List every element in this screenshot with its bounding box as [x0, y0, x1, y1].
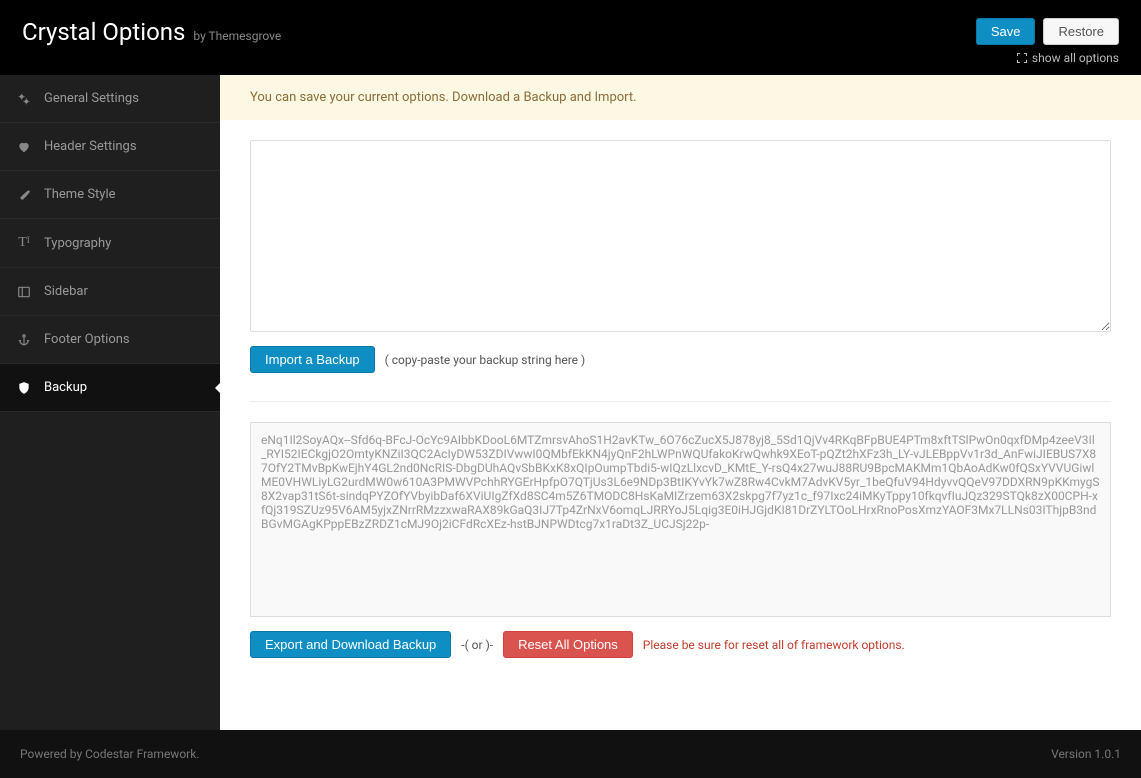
sidebar: General Settings Header Settings Theme S…	[0, 75, 220, 730]
footer: Powered by Codestar Framework. Version 1…	[0, 730, 1141, 778]
reset-all-options-button[interactable]: Reset All Options	[503, 631, 633, 658]
footer-version: Version 1.0.1	[1051, 747, 1121, 761]
sidebar-item-backup[interactable]: Backup	[0, 364, 220, 412]
sidebar-item-label: Sidebar	[44, 284, 88, 299]
export-row: Export and Download Backup -( or )- Rese…	[250, 631, 1111, 658]
middle: General Settings Header Settings Theme S…	[0, 75, 1141, 730]
typography-icon: TI	[16, 235, 32, 251]
info-banner: You can save your current options. Downl…	[220, 75, 1141, 120]
sidebar-item-label: Footer Options	[44, 332, 130, 347]
backup-panel: Import a Backup ( copy-paste your backup…	[220, 120, 1141, 730]
anchor-icon	[16, 333, 32, 347]
sidebar-item-general-settings[interactable]: General Settings	[0, 75, 220, 123]
sidebar-item-sidebar[interactable]: Sidebar	[0, 268, 220, 316]
sidebar-item-label: Backup	[44, 380, 87, 395]
layout-icon	[16, 285, 32, 299]
sidebar-item-header-settings[interactable]: Header Settings	[0, 123, 220, 171]
app-title: Crystal Options	[22, 18, 185, 46]
expand-icon	[1016, 52, 1028, 64]
sidebar-item-theme-style[interactable]: Theme Style	[0, 171, 220, 219]
sidebar-item-label: Typography	[44, 236, 111, 251]
export-textarea[interactable]: eNq1Il2SoyAQx--Sfd6q-BFcJ-OcYc9AIbbKDooL…	[250, 422, 1111, 617]
import-backup-button[interactable]: Import a Backup	[250, 346, 375, 373]
app-byline: by Themesgrove	[193, 29, 281, 43]
shield-icon	[16, 381, 32, 395]
export-download-button[interactable]: Export and Download Backup	[250, 631, 451, 658]
save-button[interactable]: Save	[976, 18, 1036, 45]
footer-powered-by: Powered by Codestar Framework.	[20, 747, 199, 761]
sidebar-item-label: General Settings	[44, 91, 139, 106]
sidebar-item-footer-options[interactable]: Footer Options	[0, 316, 220, 364]
show-all-options-link[interactable]: show all options	[1016, 51, 1119, 65]
sidebar-item-label: Header Settings	[44, 139, 137, 154]
brush-icon	[16, 188, 32, 202]
import-hint: ( copy-paste your backup string here )	[385, 353, 586, 367]
heart-icon	[16, 140, 32, 154]
import-textarea[interactable]	[250, 140, 1111, 332]
reset-warning: Please be sure for reset all of framewor…	[643, 638, 905, 652]
or-separator: -( or )-	[461, 638, 493, 652]
header-left: Crystal Options by Themesgrove	[22, 18, 281, 46]
header-buttons: Save Restore	[976, 18, 1119, 45]
content: You can save your current options. Downl…	[220, 75, 1141, 730]
sidebar-item-label: Theme Style	[44, 187, 116, 202]
restore-button[interactable]: Restore	[1043, 18, 1119, 45]
header-right: Save Restore show all options	[976, 18, 1119, 65]
gears-icon	[16, 92, 32, 106]
import-row: Import a Backup ( copy-paste your backup…	[250, 346, 1111, 373]
show-all-label: show all options	[1032, 51, 1119, 65]
sidebar-item-typography[interactable]: TI Typography	[0, 219, 220, 268]
section-divider	[250, 401, 1111, 402]
header: Crystal Options by Themesgrove Save Rest…	[0, 0, 1141, 75]
